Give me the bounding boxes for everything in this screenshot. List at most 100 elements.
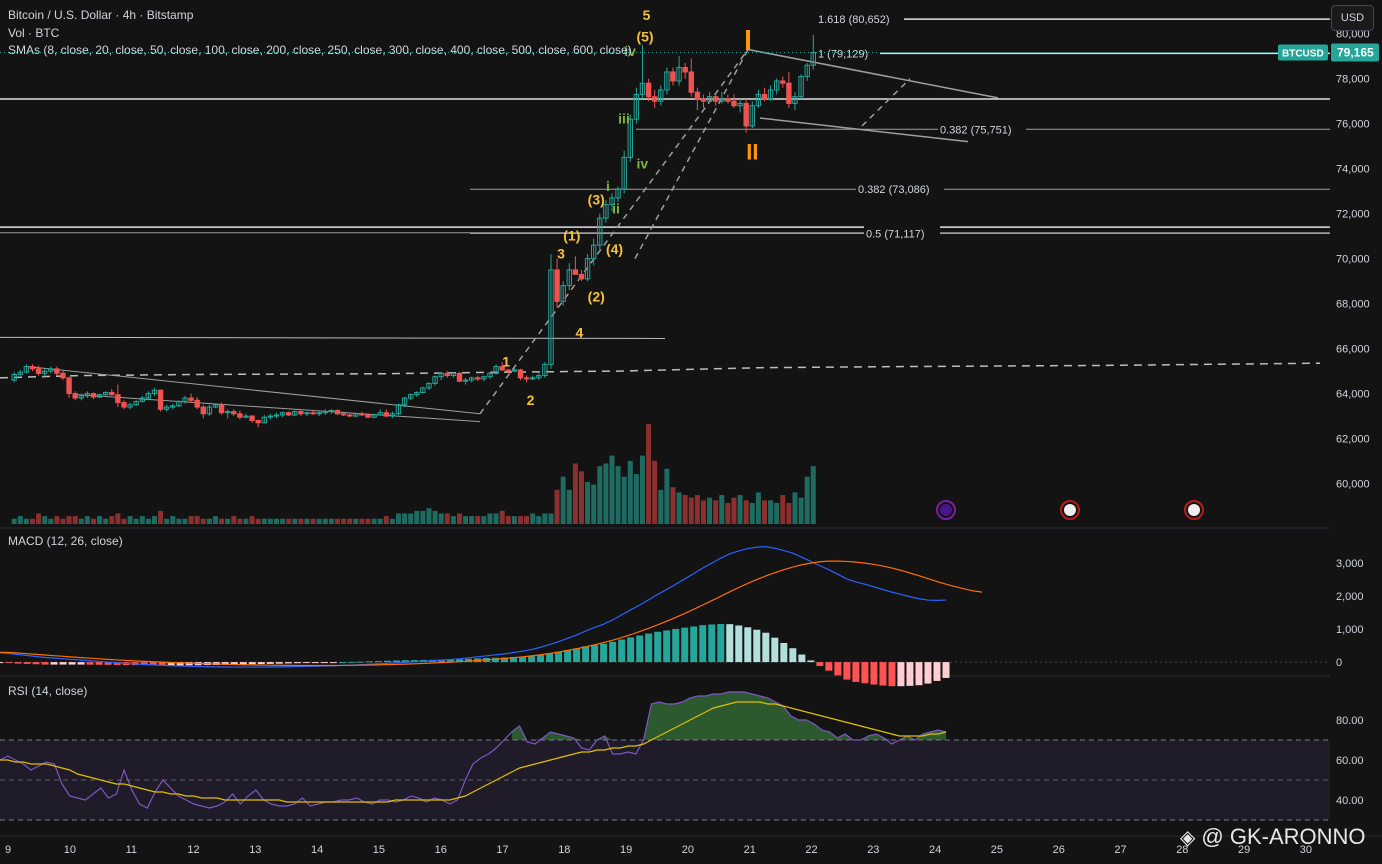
macd-histogram-bar <box>843 662 851 680</box>
candle-body <box>346 414 353 417</box>
wave-label: i <box>606 178 610 194</box>
volume-bar <box>273 518 279 524</box>
macd-histogram-bar <box>32 662 40 665</box>
candle-body <box>725 98 731 102</box>
volume-bar <box>548 513 554 524</box>
volume-bar <box>103 518 109 524</box>
candle-body <box>786 82 792 104</box>
volume-bar <box>225 518 231 524</box>
rsi-overbought-fill <box>511 692 946 740</box>
volume-bar <box>212 516 218 524</box>
volume-bar <box>145 518 151 524</box>
wave-label: iii <box>618 111 630 127</box>
macd-histogram-bar <box>627 637 635 663</box>
volume-bar <box>66 516 72 524</box>
volume-bar <box>688 497 694 524</box>
macd-histogram-bar <box>86 662 94 665</box>
macd-histogram-bar <box>275 662 283 664</box>
volume-bar <box>774 502 780 524</box>
volume-bar <box>48 518 54 524</box>
y-tick-label: 72,000 <box>1336 209 1370 221</box>
macd-histogram-bar <box>762 632 770 663</box>
macd-histogram-bar <box>672 628 680 663</box>
volume-bar <box>609 455 615 524</box>
candle-body <box>761 93 768 100</box>
volume-bar <box>176 518 182 524</box>
macd-histogram-bar <box>609 641 617 663</box>
macd-histogram-bar <box>582 646 590 663</box>
macd-histogram-bar <box>906 662 914 686</box>
macd-histogram-bar <box>59 662 67 665</box>
volume-bar <box>603 463 609 524</box>
volume-bar <box>768 500 774 524</box>
volume-bar <box>755 492 761 524</box>
macd-histogram-bar <box>591 644 599 663</box>
volume-bar <box>414 510 420 524</box>
volume-bar <box>316 518 322 524</box>
volume-bar <box>719 495 725 524</box>
volume-bar <box>810 466 816 524</box>
candle-body <box>60 372 66 379</box>
volume-bar <box>798 497 804 524</box>
volume-bar <box>554 489 560 524</box>
macd-histogram-bar <box>825 662 833 671</box>
macd-histogram-bar <box>77 662 85 665</box>
volume-bar <box>639 455 645 524</box>
volume-bar <box>389 518 395 524</box>
currency-button[interactable]: USD <box>1331 5 1374 31</box>
volume-bar <box>511 516 517 524</box>
macd-histogram-bar <box>636 635 644 663</box>
volume-bar <box>737 495 743 524</box>
volume-bar <box>298 518 304 524</box>
fib-level-label: 0.5 (71,117) <box>866 229 925 241</box>
macd-histogram-bar <box>41 662 49 665</box>
macd-histogram-bar <box>753 629 761 663</box>
volume-bar <box>676 492 682 524</box>
volume-bar <box>792 492 798 524</box>
volume-bar <box>469 516 475 524</box>
macd-histogram-bar <box>807 660 815 663</box>
watermark-text: @ GK-ARONNO <box>1201 824 1366 849</box>
macd-histogram-bar <box>780 642 788 663</box>
rsi-y-tick-label: 60.00 <box>1336 755 1364 767</box>
volume-bar <box>219 518 225 524</box>
fib-level-label: 1.618 (80,652) <box>818 14 890 26</box>
macd-histogram-bar <box>68 662 76 665</box>
volume-bar <box>347 518 353 524</box>
volume-bar <box>585 481 591 524</box>
candle-body <box>780 80 786 84</box>
volume-bar <box>694 495 700 524</box>
candle-body <box>66 377 72 395</box>
volume-bar <box>743 500 749 524</box>
chart-canvas[interactable]: 60,000 62,000 64,000 66,000 68,000 70,000 72,0… <box>0 0 1382 864</box>
macd-histogram-bar <box>717 623 725 663</box>
volume-bar <box>395 513 401 524</box>
y-tick-label: 62,000 <box>1336 434 1370 446</box>
macd-histogram-bar <box>374 661 382 663</box>
volume-bar <box>90 518 96 524</box>
volume-bar <box>713 500 719 524</box>
volume-bar <box>292 518 298 524</box>
candle-body <box>523 377 530 380</box>
wave-label: 4 <box>575 324 583 340</box>
volume-bar <box>84 516 90 524</box>
volume-bar <box>591 484 597 524</box>
x-tick-label: 19 <box>620 844 632 856</box>
volume-bar <box>127 516 133 524</box>
macd-y-tick-label: 1,000 <box>1336 624 1364 636</box>
candle-body <box>109 391 115 396</box>
volume-bar <box>115 513 121 524</box>
macd-histogram-bar <box>302 662 310 664</box>
macd-histogram-bar <box>681 627 689 663</box>
macd-histogram-bar <box>50 662 58 665</box>
y-tick-label: 70,000 <box>1336 254 1370 266</box>
wave-label: 3 <box>557 246 565 262</box>
candle-body <box>712 96 719 102</box>
event-icon-fill <box>1064 504 1076 516</box>
macd-histogram-bar <box>257 662 265 665</box>
x-tick-label: 23 <box>867 844 879 856</box>
candle-body <box>517 369 524 379</box>
x-tick-label: 14 <box>311 844 323 856</box>
wave-marker-bar <box>746 30 750 50</box>
symbol-tag: BTCUSD <box>1282 49 1324 60</box>
